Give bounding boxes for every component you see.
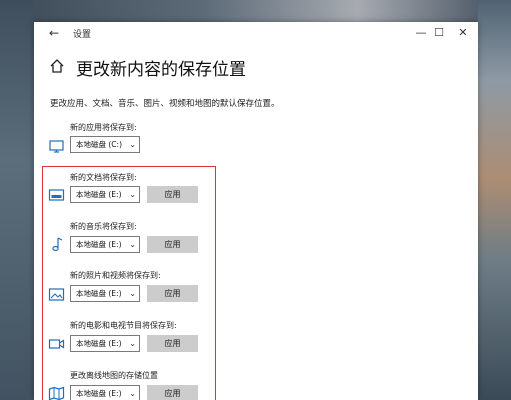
maximize-button[interactable]: ☐ (430, 24, 448, 42)
minimize-button[interactable]: — (412, 24, 430, 42)
page-title: 更改新内容的保存位置 (76, 60, 246, 80)
apps-drive-select[interactable]: 本地磁盘 (C:) ⌄ (70, 136, 140, 153)
close-button[interactable]: ✕ (454, 24, 472, 42)
apps-drive-value: 本地磁盘 (C:) (76, 140, 122, 149)
title-bar: ← 设置 — ☐ ✕ (34, 22, 478, 44)
red-highlight-box (42, 166, 216, 400)
desktop-background-right (478, 0, 511, 400)
home-icon[interactable] (49, 58, 65, 74)
desktop-background-left (0, 0, 34, 400)
monitor-icon (49, 140, 64, 153)
back-arrow-icon[interactable]: ← (46, 25, 62, 41)
window-title: 设置 (73, 30, 92, 40)
apps-save-label: 新的应用将保存到: (70, 123, 137, 132)
settings-window: ← 设置 — ☐ ✕ 更改新内容的保存位置 更改应用、文档、音乐、图片、视频和地… (34, 22, 478, 400)
chevron-down-icon: ⌄ (129, 140, 136, 149)
page-description: 更改应用、文档、音乐、图片、视频和地图的默认保存位置。 (50, 99, 280, 109)
